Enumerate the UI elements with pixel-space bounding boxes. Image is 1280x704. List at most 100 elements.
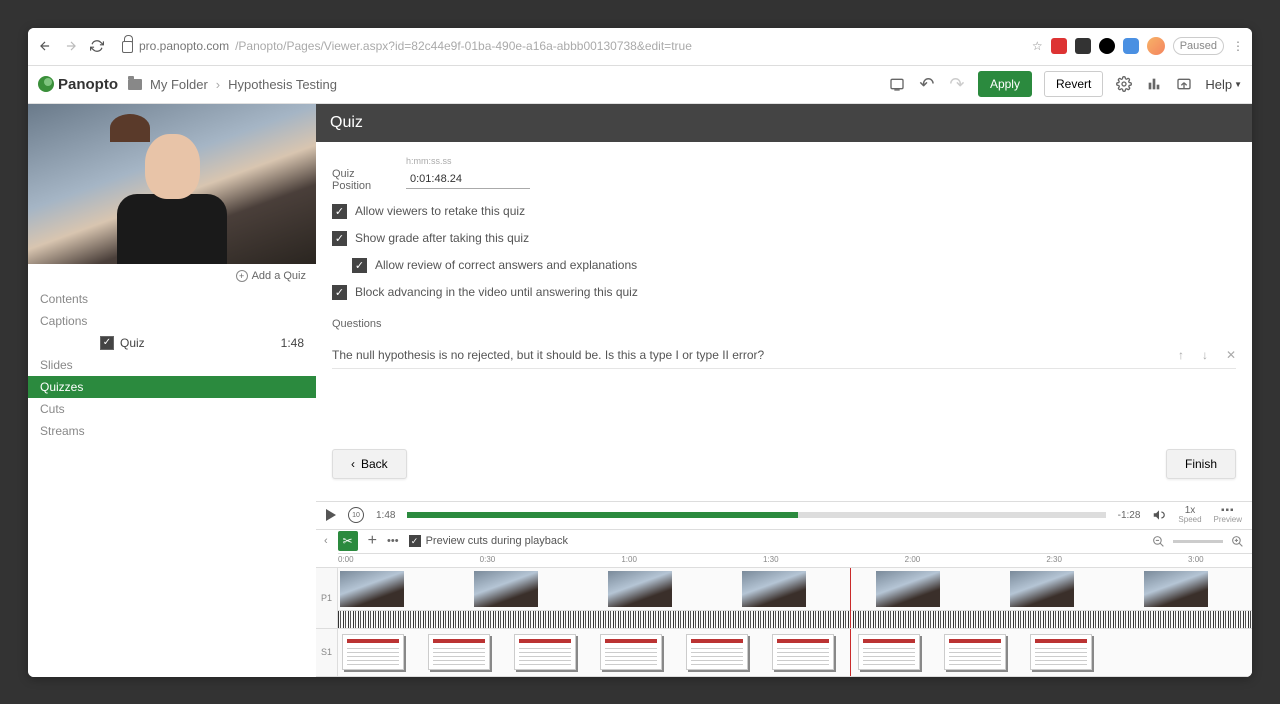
tab-captions[interactable]: Captions (28, 310, 316, 332)
add-stream-icon[interactable]: + (368, 532, 377, 550)
profile-avatar[interactable] (1147, 37, 1165, 55)
current-time: 1:48 (376, 510, 395, 521)
ruler-tick: 2:00 (905, 555, 921, 564)
ruler-tick: 1:00 (621, 555, 637, 564)
logo-text: Panopto (58, 76, 118, 93)
profile-paused-badge: Paused (1173, 37, 1224, 55)
tab-cuts[interactable]: Cuts (28, 398, 316, 420)
secondary-track[interactable]: S1 (316, 629, 1252, 677)
lock-icon (122, 41, 133, 53)
url-host: pro.panopto.com (139, 39, 229, 53)
playhead[interactable] (850, 568, 851, 628)
more-tools-icon[interactable]: ••• (387, 535, 399, 547)
delete-icon[interactable]: ✕ (1226, 348, 1236, 362)
capture-icon[interactable] (888, 75, 906, 93)
primary-video-preview[interactable] (28, 104, 316, 264)
redo-button[interactable]: ↷ (948, 75, 966, 93)
share-icon[interactable] (1175, 75, 1193, 93)
tab-quizzes[interactable]: Quizzes (28, 376, 316, 398)
stats-icon[interactable] (1145, 75, 1163, 93)
folder-link[interactable]: My Folder (150, 77, 208, 92)
checkbox-icon: ✓ (409, 535, 421, 547)
tab-contents[interactable]: Contents (28, 288, 316, 310)
logo-icon (38, 76, 54, 92)
tab-streams[interactable]: Streams (28, 420, 316, 442)
settings-icon[interactable] (1115, 75, 1133, 93)
browser-window: pro.panopto.com/Panopto/Pages/Viewer.asp… (28, 28, 1252, 677)
breadcrumb-title[interactable]: Hypothesis Testing (228, 77, 337, 92)
slide-thumbnail (428, 634, 490, 670)
video-thumbnail (742, 571, 806, 607)
ruler-tick: 0:00 (338, 555, 354, 564)
address-bar[interactable]: pro.panopto.com/Panopto/Pages/Viewer.asp… (114, 39, 1024, 53)
slide-thumbnail (944, 634, 1006, 670)
back-button[interactable]: ‹Back (332, 449, 407, 479)
chrome-menu-icon[interactable]: ⋮ (1232, 39, 1244, 53)
panopto-logo[interactable]: Panopto (38, 76, 118, 93)
option-block-advance[interactable]: ✓Block advancing in the video until answ… (332, 285, 1236, 300)
timeline-toolbar: ‹ ✂ + ••• ✓ Preview cuts during playback (316, 529, 1252, 553)
side-tabs: Contents Captions ✓Quiz 1:48 Slides Quiz… (28, 288, 316, 442)
quiz-editor-pane: Quiz h:mm:ss.ss Quiz Position ✓Allow vie… (316, 104, 1252, 677)
folder-icon[interactable] (128, 79, 142, 90)
help-menu[interactable]: Help▼ (1205, 77, 1242, 92)
question-row[interactable]: The null hypothesis is no rejected, but … (332, 342, 1236, 369)
preview-cuts-checkbox[interactable]: ✓ Preview cuts during playback (409, 535, 568, 547)
zoom-slider[interactable] (1173, 540, 1223, 543)
checkbox-icon: ✓ (352, 258, 367, 273)
plus-icon: + (236, 270, 248, 282)
video-thumbnail (608, 571, 672, 607)
main-content: + Add a Quiz Contents Captions ✓Quiz 1:4… (28, 104, 1252, 677)
play-button[interactable] (326, 509, 336, 521)
cut-tool-button[interactable]: ✂ (338, 531, 358, 551)
extension-icon[interactable] (1075, 38, 1091, 54)
back-button[interactable] (36, 37, 54, 55)
revert-button[interactable]: Revert (1044, 71, 1103, 97)
move-down-icon[interactable]: ↓ (1202, 348, 1208, 362)
position-hint: h:mm:ss.ss (406, 156, 1236, 166)
volume-icon[interactable] (1152, 508, 1166, 522)
forward-button[interactable] (62, 37, 80, 55)
zoom-out-icon[interactable] (1152, 535, 1165, 548)
question-actions: ↑ ↓ ✕ (1178, 348, 1236, 362)
breadcrumb-separator: › (216, 77, 220, 92)
add-quiz-button[interactable]: + Add a Quiz (236, 270, 306, 282)
slide-thumbnail (772, 634, 834, 670)
extension-icon[interactable] (1051, 38, 1067, 54)
move-up-icon[interactable]: ↑ (1178, 348, 1184, 362)
reload-button[interactable] (88, 37, 106, 55)
tab-slides[interactable]: Slides (28, 354, 316, 376)
quiz-item-time: 1:48 (281, 336, 304, 350)
apply-button[interactable]: Apply (978, 71, 1032, 97)
video-thumbnail (1144, 571, 1208, 607)
quiz-list-item[interactable]: ✓Quiz 1:48 (28, 332, 316, 354)
progress-bar[interactable] (407, 512, 1105, 518)
undo-button[interactable]: ↶ (918, 75, 936, 93)
extension-icon[interactable] (1099, 38, 1115, 54)
ruler-tick: 3:00 (1188, 555, 1204, 564)
video-thumbnail (474, 571, 538, 607)
zoom-in-icon[interactable] (1231, 535, 1244, 548)
extension-icon[interactable] (1123, 38, 1139, 54)
video-thumbnail (876, 571, 940, 607)
track-label-s1: S1 (316, 629, 338, 676)
option-retake[interactable]: ✓Allow viewers to retake this quiz (332, 204, 1236, 219)
track-label-p1: P1 (316, 568, 338, 628)
slide-thumbnail (514, 634, 576, 670)
slide-thumbnail (600, 634, 662, 670)
timeline: 0:00 0:30 1:00 1:30 2:00 2:30 3:00 P1 (316, 553, 1252, 677)
quiz-position-input[interactable] (406, 170, 530, 189)
option-show-grade[interactable]: ✓Show grade after taking this quiz (332, 231, 1236, 246)
primary-track[interactable]: P1 (316, 567, 1252, 629)
playhead[interactable] (850, 629, 851, 676)
slide-thumbnail (342, 634, 404, 670)
finish-button[interactable]: Finish (1166, 449, 1236, 479)
collapse-timeline-icon[interactable]: ‹ (324, 535, 328, 547)
star-icon[interactable]: ☆ (1032, 39, 1043, 53)
app-toolbar: Panopto My Folder › Hypothesis Testing ↶… (28, 66, 1252, 104)
left-pane: + Add a Quiz Contents Captions ✓Quiz 1:4… (28, 104, 316, 677)
option-review[interactable]: ✓Allow review of correct answers and exp… (352, 258, 1236, 273)
quiz-position-field: Quiz Position (332, 168, 1236, 192)
timeline-ruler[interactable]: 0:00 0:30 1:00 1:30 2:00 2:30 3:00 (338, 553, 1252, 567)
rewind-10-button[interactable]: 10 (348, 507, 364, 523)
